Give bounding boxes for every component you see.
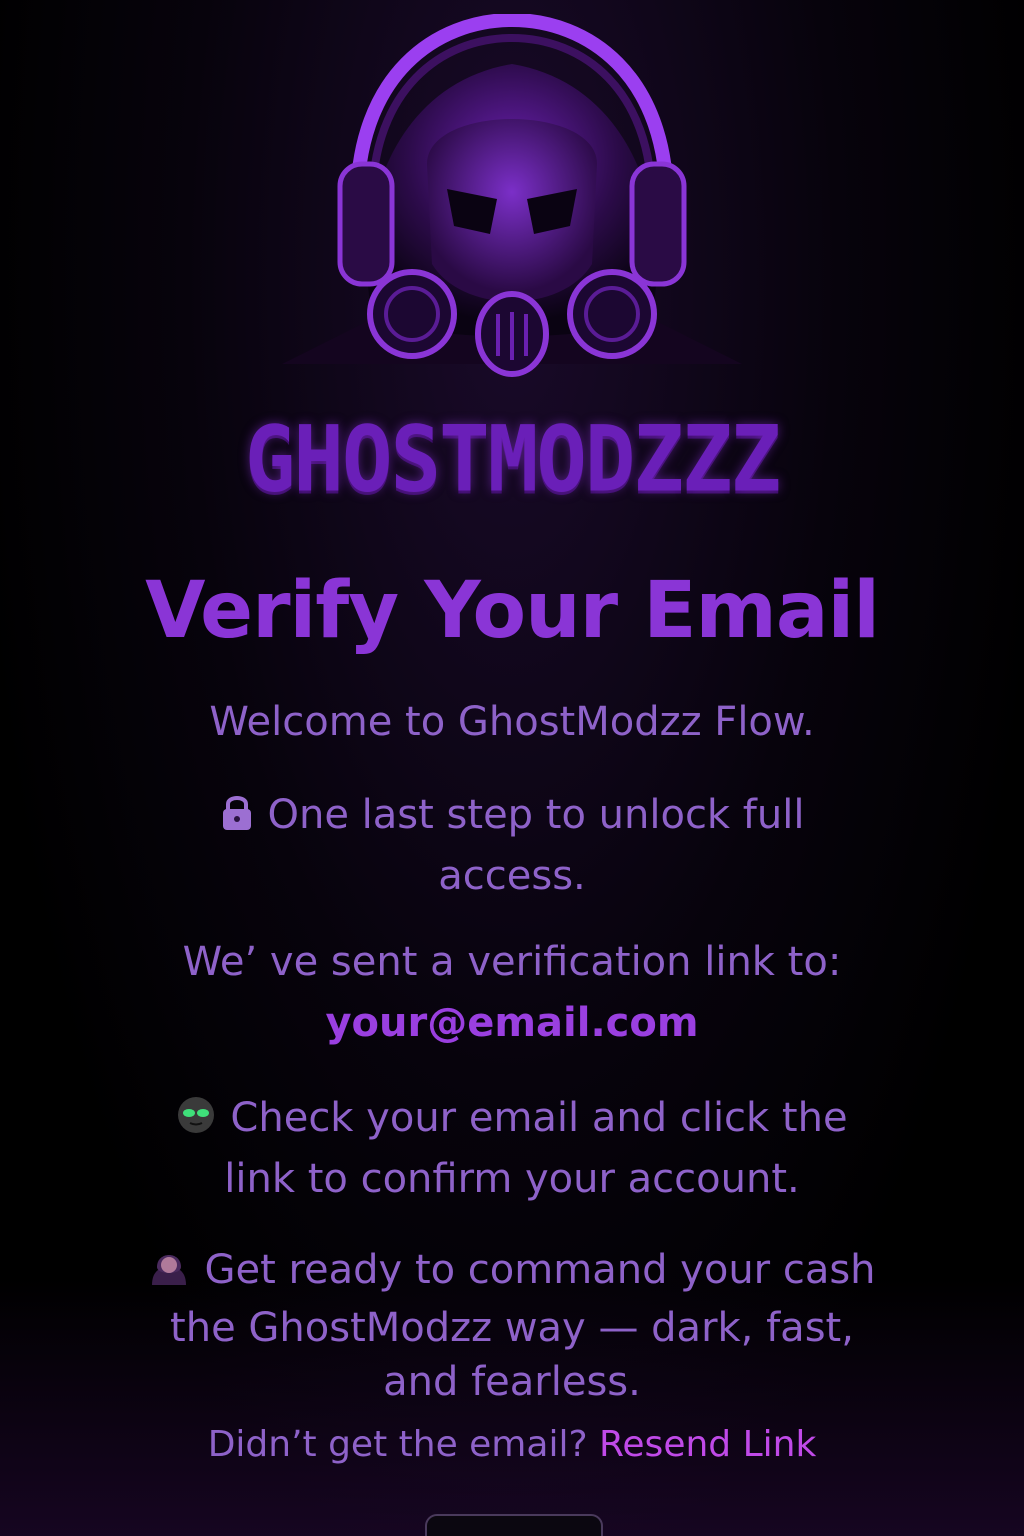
bottom-button[interactable] — [425, 1514, 603, 1536]
sent-text: We’ ve sent a verification link to: — [182, 939, 842, 985]
hooded-figure-icon — [148, 1245, 190, 1301]
unlock-text: One last step to unlock full access. — [267, 792, 805, 899]
email-address: your@email.com — [325, 1000, 699, 1046]
resend-link[interactable]: Resend Link — [599, 1424, 816, 1465]
ready-message: Get ready to command your cash the Ghost… — [140, 1243, 884, 1409]
welcome-text: Welcome to GhostModzz Flow. — [209, 699, 815, 745]
resend-row: Didn’t get the email? Resend Link — [0, 1424, 1024, 1465]
gas-mask-skull-headphones-icon — [282, 14, 742, 377]
lock-icon — [220, 791, 254, 848]
ready-text: Get ready to command your cash the Ghost… — [170, 1247, 876, 1405]
resend-prompt: Didn’t get the email? — [207, 1424, 588, 1465]
page-title: Verify Your Email — [145, 566, 880, 656]
alien-face-icon — [176, 1094, 216, 1151]
logo: GHOSTMODZZZ — [0, 0, 1024, 520]
brand-name: GHOSTMODZZZ — [244, 406, 781, 512]
unlock-message: One last step to unlock full access. — [150, 787, 874, 905]
check-text: Check your email and click the link to c… — [224, 1095, 848, 1202]
check-email-message: Check your email and click the link to c… — [140, 1090, 884, 1208]
